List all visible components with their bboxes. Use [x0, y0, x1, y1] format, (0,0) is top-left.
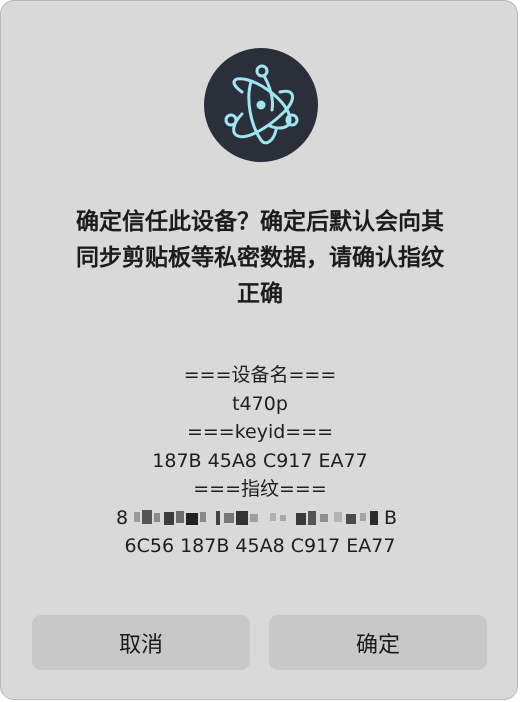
- cancel-button[interactable]: 取消: [32, 615, 250, 670]
- keyid-header: ===keyid===: [186, 421, 334, 443]
- prompt-line-1: 确定信任此设备？确定后默认会向其: [76, 209, 444, 235]
- device-details: ===设备名=== t470p ===keyid=== 187B 45A8 C9…: [21, 361, 499, 561]
- fingerprint-line-1: 8 B: [21, 504, 499, 533]
- fingerprint-last-char: B: [384, 507, 398, 529]
- fingerprint-line-2: 6C56 187B 45A8 C917 EA77: [124, 535, 396, 557]
- trust-device-dialog: 确定信任此设备？确定后默认会向其 同步剪贴板等私密数据，请确认指纹 正确 ===…: [0, 0, 518, 700]
- redacted-fingerprint: 8 B: [116, 507, 400, 529]
- prompt-line-3: 正确: [237, 281, 283, 307]
- keyid-value: 187B 45A8 C917 EA77: [152, 449, 368, 472]
- device-name-header: ===设备名===: [183, 364, 337, 386]
- fingerprint-first-char: 8: [116, 507, 129, 529]
- electron-atom-icon: [204, 48, 318, 162]
- confirm-button[interactable]: 确定: [269, 615, 487, 670]
- dialog-prompt: 确定信任此设备？确定后默认会向其 同步剪贴板等私密数据，请确认指纹 正确: [27, 204, 493, 312]
- prompt-line-2: 同步剪贴板等私密数据，请确认指纹: [76, 245, 444, 271]
- device-name-value: t470p: [232, 392, 288, 415]
- fingerprint-header: ===指纹===: [193, 478, 327, 500]
